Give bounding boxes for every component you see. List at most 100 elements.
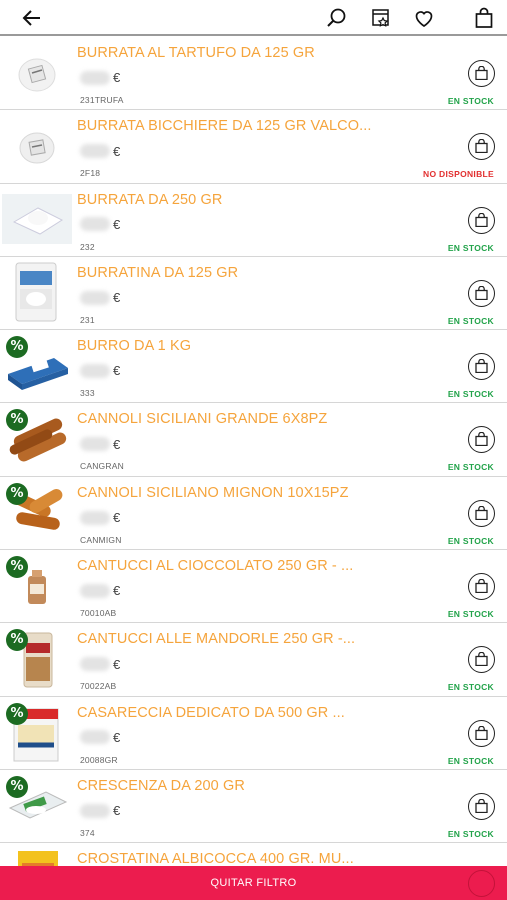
product-image — [2, 261, 72, 323]
stock-status: EN STOCK — [447, 462, 494, 473]
currency-symbol: € — [113, 70, 121, 86]
price-value — [80, 657, 110, 672]
product-code: 231 — [80, 314, 95, 325]
product-name[interactable]: BURRATINA DA 125 GR — [77, 265, 238, 281]
add-to-cart-button[interactable] — [468, 573, 495, 601]
product-price: € — [80, 802, 120, 818]
product-code: 232 — [80, 241, 95, 252]
promo-badge: % — [6, 556, 28, 579]
add-to-cart-button[interactable] — [468, 60, 495, 87]
product-code: CANMIGN — [80, 534, 122, 545]
currency-symbol: € — [113, 510, 121, 526]
clear-filter-button[interactable]: QUITAR FILTRO — [0, 866, 507, 900]
list-item[interactable]: BURRATA AL TARTUFO DA 125 GR €231TRUFA EN … — [0, 37, 507, 111]
clear-filter-label: QUITAR FILTRO — [210, 877, 297, 889]
stock-status: EN STOCK — [447, 535, 494, 546]
product-price: € — [80, 655, 121, 672]
product-code: 374 — [80, 827, 95, 838]
product-code: 231TRUFA — [80, 95, 124, 105]
price-value — [80, 437, 110, 452]
product-price: € — [80, 142, 121, 159]
currency-symbol: € — [113, 363, 121, 379]
price-value — [80, 217, 110, 232]
price-value — [80, 803, 110, 818]
add-to-cart-button[interactable] — [468, 426, 495, 454]
product-name[interactable]: CANNOLI SICILIANI GRANDE 6X8PZ — [77, 411, 327, 427]
list-item[interactable]: % CANTUCCI AL CIOCCOLATO 250 GR - ... €700… — [0, 550, 507, 624]
heart-icon[interactable] — [412, 6, 436, 30]
promo-badge: % — [6, 702, 28, 725]
currency-symbol: € — [113, 436, 121, 452]
list-item[interactable]: % CRESCENZA DA 200 GR €374 EN STOCK — [0, 769, 507, 844]
currency-symbol: € — [113, 583, 121, 599]
list-item[interactable]: BURRATA DA 250 GR €232 EN STOCK — [0, 183, 507, 257]
product-code: CANGRAN — [80, 461, 124, 472]
product-list: BURRATA AL TARTUFO DA 125 GR €231TRUFA EN … — [0, 37, 507, 900]
product-code: 2F18 — [80, 168, 101, 179]
stock-status: EN STOCK — [447, 242, 494, 253]
product-price: € — [80, 69, 120, 85]
stock-status: EN STOCK — [447, 315, 494, 326]
price-value — [80, 70, 110, 85]
add-to-cart-button[interactable] — [468, 279, 495, 307]
list-item[interactable]: % CANNOLI SICILIANI GRANDE 6X8PZ € CANGRAN E… — [0, 403, 507, 477]
list-item[interactable]: % CANTUCCI ALLE MANDORLE 250 GR -... €7002… — [0, 623, 507, 697]
product-price: € — [80, 289, 120, 305]
product-name[interactable]: CROSTATINA ALBICOCCA 400 GR. MU... — [77, 851, 354, 867]
add-to-cart-button[interactable] — [468, 646, 495, 674]
price-value — [80, 583, 110, 598]
product-name[interactable]: CASARECCIA DEDICATO DA 500 GR ... — [77, 705, 345, 721]
stock-status: NO DISPONIBLE — [423, 169, 494, 180]
currency-symbol: € — [113, 656, 121, 672]
add-to-cart-button[interactable] — [468, 353, 495, 381]
list-item[interactable]: % CANNOLI SICILIANO MIGNON 10X15PZ € CANMIG… — [0, 476, 507, 551]
add-to-cart-button[interactable] — [468, 792, 495, 820]
product-name[interactable]: CANNOLI SICILIANO MIGNON 10X15PZ — [77, 485, 349, 501]
product-price: € — [80, 435, 121, 452]
list-item[interactable]: % CASARECCIA DEDICATO DA 500 GR ... €20088… — [0, 696, 507, 770]
currency-symbol: € — [113, 729, 121, 745]
price-value — [80, 510, 110, 525]
product-image — [2, 114, 72, 176]
add-to-cart-icon — [468, 870, 495, 897]
currency-symbol: € — [113, 803, 121, 819]
currency-symbol: € — [113, 143, 121, 159]
stock-status: EN STOCK — [447, 682, 494, 693]
product-price: € — [80, 362, 120, 378]
product-code: 70022AB — [80, 681, 117, 692]
product-name[interactable]: BURRATA AL TARTUFO DA 125 GR — [77, 45, 315, 61]
price-value — [80, 363, 110, 378]
product-price: € — [80, 729, 120, 745]
catalog-star-icon[interactable] — [369, 6, 393, 30]
search-icon[interactable] — [325, 6, 349, 30]
add-to-cart-button[interactable] — [468, 206, 495, 234]
product-code: 333 — [80, 388, 95, 399]
currency-symbol: € — [113, 290, 121, 306]
add-to-cart-button[interactable] — [468, 133, 495, 161]
add-to-cart-button[interactable] — [468, 719, 495, 747]
stock-status: EN STOCK — [447, 96, 494, 106]
product-price: € — [80, 216, 120, 232]
product-price: € — [80, 582, 120, 598]
stock-status: EN STOCK — [447, 389, 494, 400]
product-image — [2, 188, 72, 250]
price-value — [80, 730, 110, 745]
stock-status: EN STOCK — [447, 609, 494, 620]
list-item[interactable]: BURRATA BICCHIERE DA 125 GR VALCO... €2F1… — [0, 110, 507, 184]
shopping-bag-icon[interactable] — [472, 6, 496, 30]
list-item[interactable]: BURRATINA DA 125 GR €231 EN STOCK — [0, 256, 507, 331]
add-to-cart-button[interactable] — [468, 499, 495, 527]
back-arrow-icon[interactable] — [20, 6, 44, 30]
product-code: 20088GR — [80, 754, 118, 765]
product-name[interactable]: BURRATA DA 250 GR — [77, 192, 222, 208]
product-name[interactable]: BURRATA BICCHIERE DA 125 GR VALCO... — [77, 118, 372, 134]
product-name[interactable]: BURRO DA 1 KG — [77, 338, 191, 354]
product-name[interactable]: CANTUCCI AL CIOCCOLATO 250 GR - ... — [77, 558, 353, 574]
currency-symbol: € — [113, 216, 121, 232]
top-app-bar — [0, 0, 507, 36]
product-name[interactable]: CANTUCCI ALLE MANDORLE 250 GR -... — [77, 631, 355, 647]
promo-badge: % — [6, 775, 28, 798]
product-name[interactable]: CRESCENZA DA 200 GR — [77, 778, 245, 794]
list-item[interactable]: % BURRO DA 1 KG €333 EN STOCK — [0, 330, 507, 404]
stock-status: EN STOCK — [447, 755, 494, 766]
